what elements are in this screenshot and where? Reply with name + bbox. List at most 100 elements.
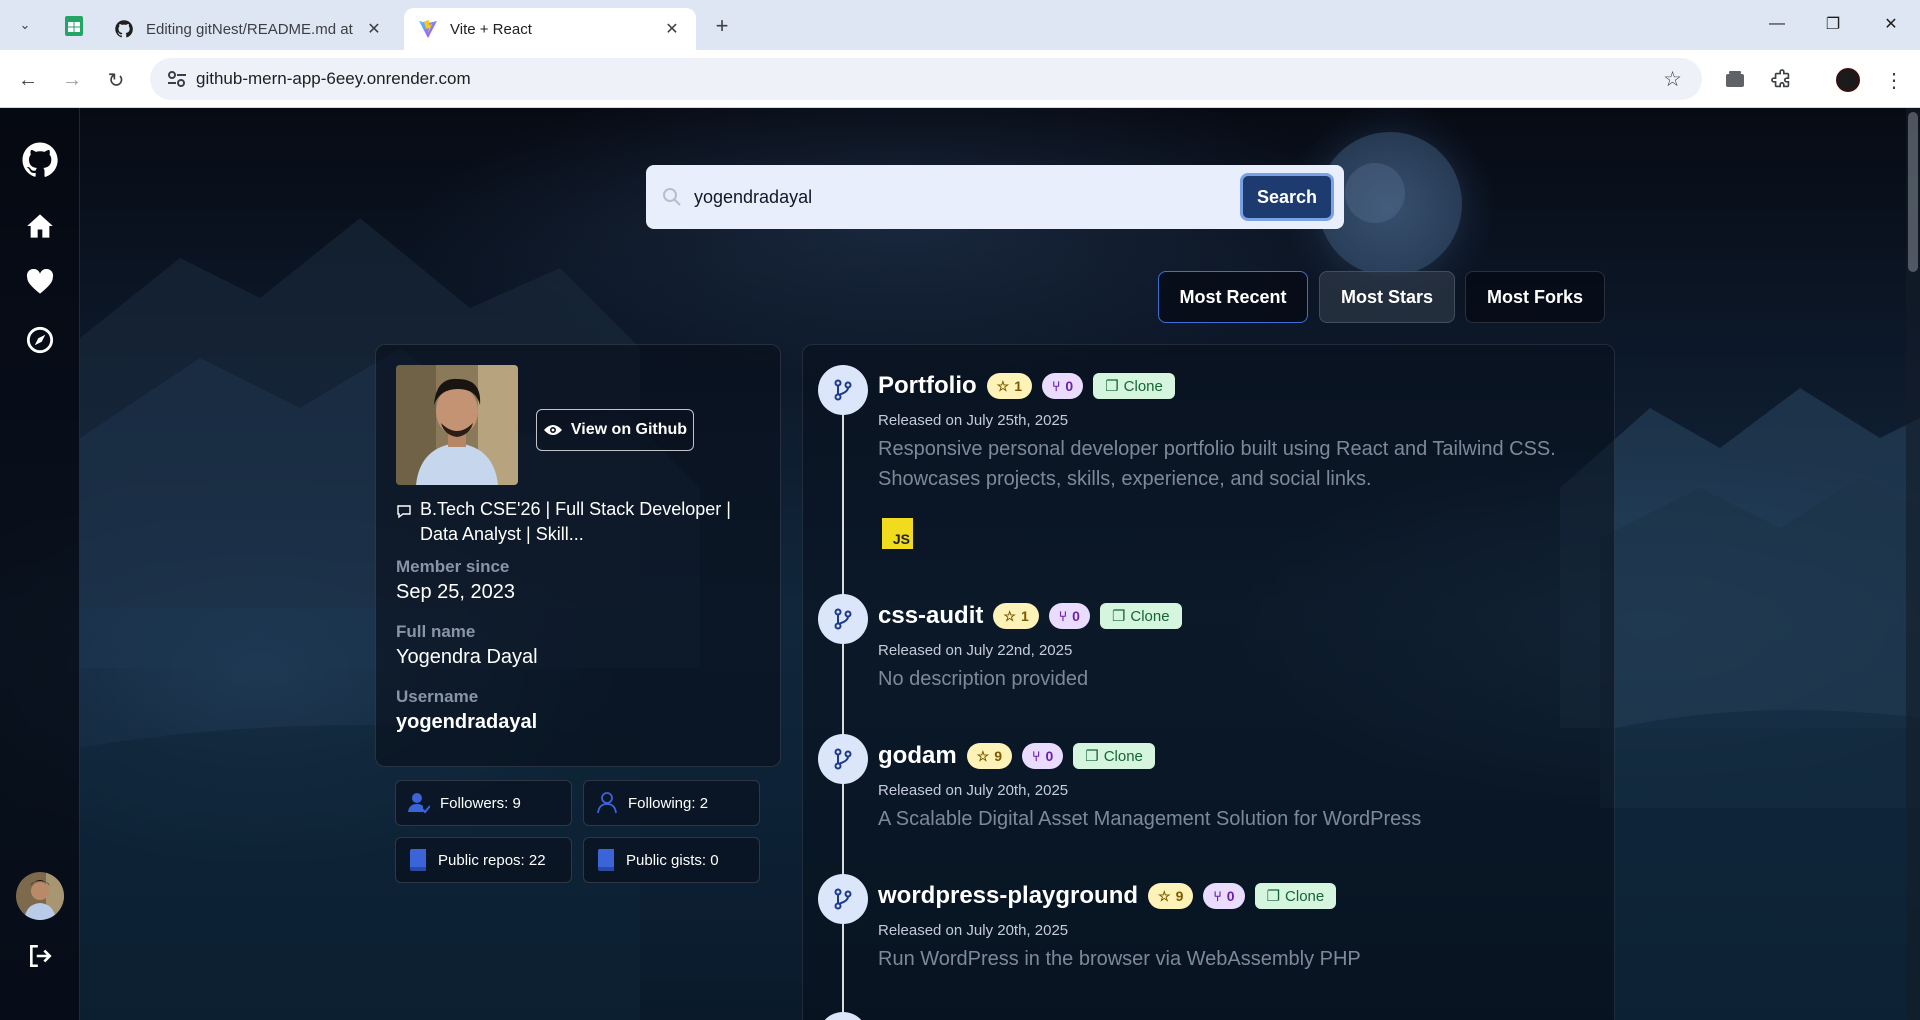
branch-icon [818, 594, 868, 644]
tab-editing-readme[interactable]: Editing gitNest/README.md at ✕ [100, 8, 398, 50]
clone-button[interactable]: ❐ Clone [1099, 603, 1182, 629]
user-outline-icon [597, 792, 617, 814]
clone-button[interactable]: ❐ Clone [1093, 373, 1175, 399]
explore-compass-icon[interactable] [16, 316, 64, 364]
clone-label: Clone [1130, 607, 1170, 625]
logout-icon[interactable] [16, 932, 64, 980]
gist-book-icon [598, 849, 614, 871]
branch-icon [818, 874, 868, 924]
repo-header: css-audit ☆ 1 ⑂ 0 ❐ Clone [878, 602, 1182, 630]
close-tab-icon[interactable]: ✕ [662, 19, 682, 39]
copy-icon: ❐ [1085, 748, 1099, 765]
repo-name-link[interactable]: wordpress-playground [878, 882, 1138, 910]
heart-icon[interactable] [16, 258, 64, 306]
clone-button[interactable]: ❐ Clone [1254, 883, 1337, 909]
restore-icon[interactable]: ❐ [1810, 8, 1856, 40]
profile-avatar-icon[interactable] [1834, 66, 1862, 94]
full-name-value: Yogendra Dayal [396, 646, 538, 668]
star-count-badge: ☆ 9 [1148, 883, 1194, 909]
back-icon[interactable]: ← [12, 64, 44, 96]
repo-release-date: Released on July 25th, 2025 [878, 412, 1069, 429]
window-close-icon[interactable]: ✕ [1868, 8, 1914, 40]
star-count: 9 [1175, 888, 1184, 904]
eye-icon [543, 425, 562, 435]
view-on-github-label: View on Github [570, 421, 688, 438]
fork-count-badge: ⑂ 0 [1048, 603, 1090, 629]
repo-header: godam ☆ 9 ⑂ 0 ❐ Clone [878, 742, 1155, 770]
repo-release-date: Released on July 20th, 2025 [878, 782, 1069, 799]
search-input[interactable] [694, 181, 1254, 213]
minimize-icon[interactable]: — [1754, 8, 1800, 40]
branch-icon [818, 734, 868, 784]
cast-icon[interactable] [1721, 66, 1749, 94]
repo-description: Responsive personal developer portfolio … [878, 438, 1556, 490]
search-bar: Search [646, 165, 1344, 229]
bio-text: B.Tech CSE'26 | Full Stack Developer | D… [420, 499, 731, 544]
app-page: Search Most Recent Most Stars Most Forks… [0, 108, 1920, 1020]
star-count-badge: ☆ 1 [993, 603, 1039, 629]
search-icon [663, 188, 681, 206]
browser-menu-icon[interactable]: ⋮ [1880, 66, 1908, 94]
star-count-badge: ☆ 9 [966, 743, 1013, 769]
copy-icon: ❐ [1266, 888, 1281, 905]
clone-button[interactable]: ❐ Clone [1073, 743, 1155, 769]
sort-most-forks-button[interactable]: Most Forks [1465, 271, 1605, 323]
repo-release-date: Released on July 20th, 2025 [878, 922, 1069, 939]
repo-name-link[interactable]: godam [878, 742, 957, 770]
repo-release-date: Released on July 22nd, 2025 [878, 642, 1073, 659]
repo-description: Run WordPress in the browser via WebAsse… [878, 948, 1361, 970]
javascript-language-icon: JS [882, 518, 913, 549]
star-count-badge: ☆ 1 [986, 373, 1033, 399]
user-avatar[interactable] [16, 872, 64, 920]
sort-most-recent-button[interactable]: Most Recent [1158, 271, 1308, 323]
username-label: Username [396, 687, 479, 706]
fork-count-badge: ⑂ 0 [1203, 883, 1245, 909]
reload-icon[interactable]: ↻ [100, 64, 132, 96]
github-logo-icon[interactable] [16, 136, 64, 184]
tab-title: Editing gitNest/README.md at [146, 20, 353, 38]
profile-card: View on Github B.Tech CSE'26 | Full Stac… [375, 344, 781, 767]
copy-icon: ❐ [1111, 608, 1126, 625]
repo-name-link[interactable]: css-audit [878, 602, 983, 630]
following-text: Following: 2 [628, 794, 709, 812]
tab-search-icon[interactable]: ⌄ [12, 12, 38, 38]
copy-icon: ❐ [1105, 378, 1119, 395]
vite-icon [418, 19, 438, 39]
star-icon: ☆ [1003, 607, 1016, 624]
speech-bubble-icon [397, 505, 411, 519]
new-tab-icon[interactable]: + [708, 12, 736, 40]
fork-count-badge: ⑂ 0 [1022, 743, 1064, 769]
tab-title: Vite + React [450, 20, 532, 38]
view-on-github-button[interactable]: View on Github [536, 409, 694, 451]
sidebar [0, 108, 80, 1020]
repo-description: No description provided [878, 668, 1089, 690]
followers-text: Followers: 9 [440, 794, 521, 812]
fork-icon: ⑂ [1032, 748, 1041, 764]
timeline-line [842, 398, 844, 1020]
sort-most-stars-button[interactable]: Most Stars [1319, 271, 1455, 323]
page-scrollbar[interactable] [1906, 108, 1920, 1020]
home-icon[interactable] [16, 202, 64, 250]
star-icon: ☆ [976, 747, 990, 764]
repo-name-link[interactable]: Portfolio [878, 372, 977, 400]
close-tab-icon[interactable]: ✕ [364, 19, 384, 39]
site-info-icon[interactable] [166, 69, 188, 89]
star-count: 9 [994, 748, 1003, 764]
public-gists-stat: Public gists: 0 [583, 837, 760, 883]
bookmark-star-icon[interactable]: ☆ [1663, 67, 1682, 92]
repo-book-icon [410, 849, 426, 871]
clone-label: Clone [1285, 887, 1325, 905]
user-check-icon [408, 793, 430, 814]
fork-count: 0 [1226, 888, 1235, 904]
extensions-puzzle-icon[interactable] [1768, 66, 1796, 94]
google-sheets-icon [65, 16, 83, 36]
username-value: yogendradayal [396, 711, 538, 733]
bio-row: B.Tech CSE'26 | Full Stack Developer | D… [396, 497, 766, 547]
sheets-pinned-tab[interactable] [56, 10, 92, 42]
scrollbar-thumb[interactable] [1908, 112, 1918, 272]
search-button[interactable]: Search [1240, 173, 1334, 221]
tab-vite-react[interactable]: Vite + React ✕ [404, 8, 696, 50]
forward-icon[interactable]: → [56, 64, 88, 96]
address-bar[interactable]: github-mern-app-6eey.onrender.com ☆ [150, 58, 1702, 100]
github-icon [114, 19, 134, 39]
